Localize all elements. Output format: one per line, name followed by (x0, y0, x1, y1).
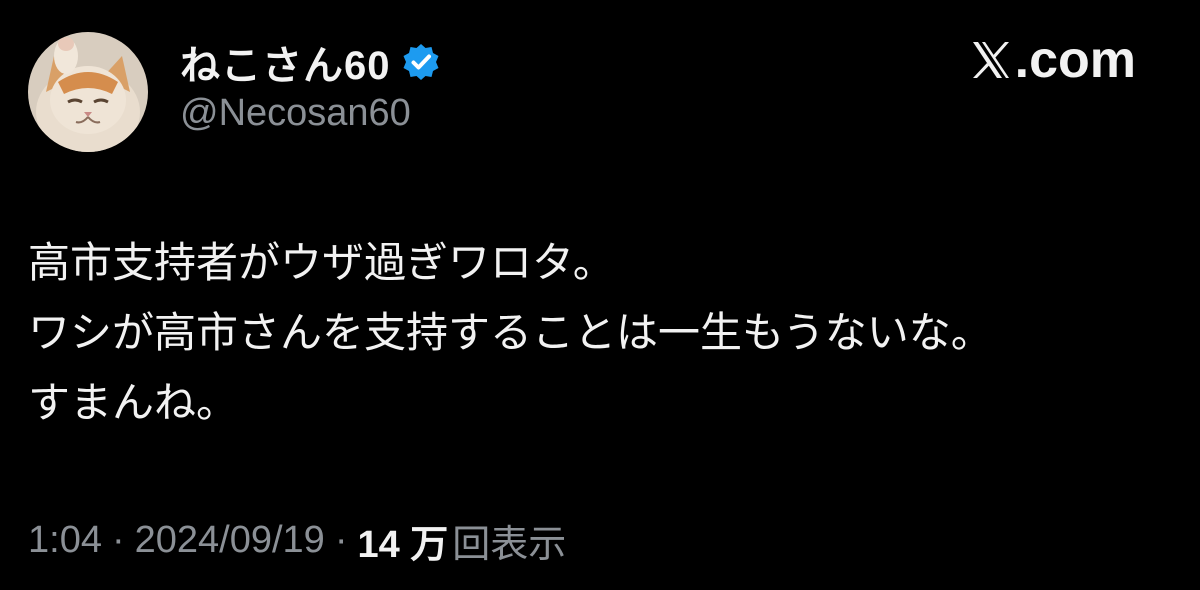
cat-photo-avatar (28, 32, 148, 152)
meta-separator: · (111, 518, 125, 561)
tweet-date[interactable]: 2024/09/19 (135, 519, 325, 562)
meta-separator: · (334, 518, 348, 561)
tweet-line: 高市支持者がウザ過ぎワロタ。 (28, 239, 615, 286)
tweet-meta: 1:04 · 2024/09/19 · 14 万 回表示 (28, 512, 566, 568)
x-logo-icon (972, 42, 1009, 78)
brand-logo: .com (969, 30, 1136, 90)
brand-text: .com (1014, 31, 1136, 89)
verified-badge-icon (403, 44, 438, 80)
tweet-time[interactable]: 1:04 (28, 519, 102, 562)
display-name[interactable]: ねこさん60 (180, 33, 391, 91)
tweet-line: ワシが高市さんを支持することは一生もうないな。 (28, 309, 993, 356)
avatar[interactable] (28, 32, 148, 152)
tweet-line: すまんね。 (28, 379, 239, 426)
user-handle[interactable]: @Necosan60 (180, 92, 411, 135)
views-count[interactable]: 14 万 (357, 513, 448, 568)
author-name-row: ねこさん60 (180, 34, 441, 90)
tweet-text: 高市支持者がウザ過ぎワロタ。 ワシが高市さんを支持することは一生もうないな。 す… (28, 228, 1168, 438)
views-label: 回表示 (452, 523, 567, 566)
